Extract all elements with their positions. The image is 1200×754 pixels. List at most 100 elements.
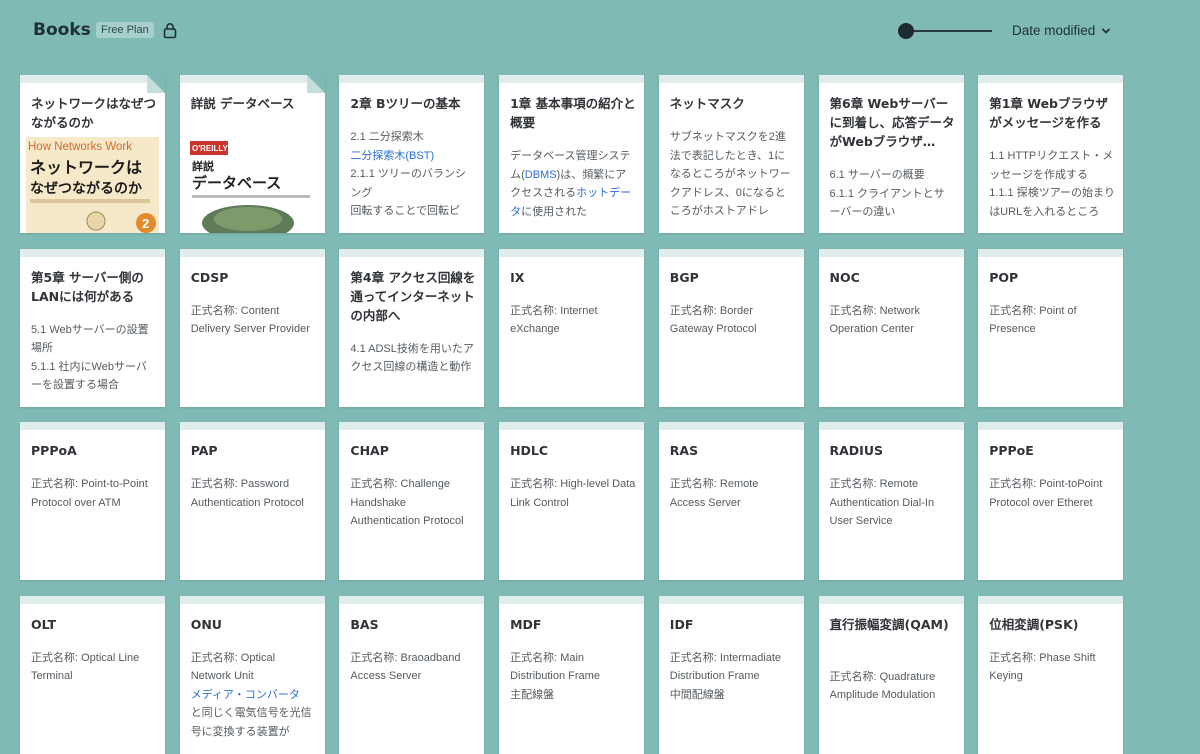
lock-icon[interactable]: [162, 22, 178, 39]
cover-text: How Networks Work: [28, 141, 132, 153]
book-card[interactable]: 第1章 Webブラウザがメッセージを作る 1.1 HTTPリクエスト・メッセージを…: [978, 75, 1124, 233]
book-card[interactable]: ネットワークはなぜつながるのか How Networks Work ネットワークはな…: [20, 75, 165, 233]
book-card[interactable]: ネットマスクサブネットマスクを2進法で表記したとき、1になるところがネットワーク…: [658, 75, 804, 233]
inline-link[interactable]: 二分探索木(BST): [350, 150, 434, 162]
card-title: RAS: [669, 443, 699, 458]
book-card[interactable]: OLT 正式名称: Optical Line Terminal: [20, 595, 165, 754]
body-line: 6.1 サーバーの概要: [829, 169, 925, 181]
body-line: 正式名称: Remote Access Server: [669, 478, 759, 509]
card-body: 正式名称: Content Delivery Server Provider: [191, 302, 317, 401]
plan-badge[interactable]: Free Plan: [96, 22, 154, 38]
book-card[interactable]: POP 正式名称: Point of Presence: [978, 248, 1124, 407]
card-title: 2章 Bツリーの基本: [350, 96, 461, 111]
book-card[interactable]: IX 正式名称: Internet eXchange: [499, 248, 645, 407]
card-body: 正式名称: Braoadband Access Server: [350, 649, 476, 748]
book-card[interactable]: 2章 Bツリーの基本 2.1 二分探索木 二分探索木(BST) 2.1.1 ツリーのバ…: [339, 75, 485, 233]
card-title: PPPoE: [989, 443, 1034, 458]
book-card[interactable]: PAP 正式名称: Password Authentication Protoco…: [179, 422, 325, 580]
card-title: 直行振幅変調(QAM): [829, 616, 949, 632]
card-title: PAP: [190, 443, 218, 458]
card-body: 正式名称: Main Distribution Frame 主配線盤: [510, 649, 636, 748]
card-body: 正式名称: Challenge Handshake Authentication…: [350, 475, 476, 574]
book-card[interactable]: PPPoA 正式名称: Point-to-Point Protocol over …: [20, 422, 165, 580]
card-body: 6.1 サーバーの概要 6.1.1 クライアントとサーバーの違い: [830, 166, 956, 227]
page-title: Books: [33, 20, 91, 40]
body-line: 正式名称: Braoadband Access Server: [350, 651, 461, 683]
card-body: サブネットマスクを2進法で表記したとき、1になるところがネットワークアドレス、0…: [670, 128, 796, 227]
book-card[interactable]: BAS 正式名称: Braoadband Access Server: [339, 595, 485, 754]
book-card[interactable]: 第5章 サーバー側のLANには何がある 5.1 Webサーバーの設置場所 5.1.1…: [20, 248, 165, 407]
book-card[interactable]: 位相変調(PSK) 正式名称: Phase Shift Keying: [978, 595, 1124, 754]
card-title: PPPoA: [31, 443, 77, 458]
book-card[interactable]: MDF 正式名称: Main Distribution Frame 主配線盤: [499, 595, 645, 754]
inline-link[interactable]: DBMS: [525, 169, 557, 181]
cover-text: データベース: [192, 174, 281, 192]
cover-text: O'REILLY: [192, 144, 229, 153]
book-card[interactable]: PPPoE 正式名称: Point-toPoint Protocol over E…: [978, 422, 1124, 580]
card-title: CDSP: [190, 269, 229, 285]
card-body: 正式名称: Network Operation Center: [830, 302, 956, 401]
book-card[interactable]: HDLC 正式名称: High-level Data Link Control: [499, 422, 645, 580]
card-title: 詳説 データベース: [190, 96, 295, 111]
card-body: 正式名称: Phase Shift Keying: [989, 649, 1115, 748]
card-title: ネットマスク: [669, 96, 745, 111]
card-title: BGP: [669, 269, 699, 285]
card-title: 第5章 サーバー側のLANには何がある: [31, 269, 144, 304]
slider-handle[interactable]: [898, 23, 914, 39]
card-title: NOC: [829, 269, 860, 285]
book-card[interactable]: 直行振幅変調(QAM) 正式名称: Quadrature Amplitude Mo…: [818, 595, 964, 754]
body-text: 2.1.1 ツリーのバランシング: [350, 168, 466, 199]
card-body: 正式名称: Point-to-Point Protocol over ATM: [31, 475, 157, 574]
body-line: 正式名称: Network Operation Center: [829, 304, 920, 336]
slider-track[interactable]: [906, 30, 992, 32]
book-card[interactable]: 詳説 データベース O'REILLY 詳説 データベース: [179, 75, 325, 233]
header-bar: Books Free Plan Date modified: [0, 0, 1200, 62]
body-line: 中間配線盤: [669, 688, 725, 701]
card-body: 正式名称: Remote Access Server: [670, 475, 796, 574]
book-card[interactable]: RADIUS 正式名称: Remote Authentication Dial-I…: [818, 422, 964, 580]
book-card[interactable]: 第6章 Webサーバーに到着し、応答データがWebブラウザ… 6.1 サーバーの概…: [818, 75, 964, 233]
zoom-slider[interactable]: [898, 22, 994, 40]
book-card[interactable]: RAS 正式名称: Remote Access Server: [658, 422, 804, 580]
book-card[interactable]: CHAP 正式名称: Challenge Handshake Authentica…: [339, 422, 485, 580]
card-title: BAS: [350, 616, 379, 632]
book-card[interactable]: 1章 基本事項の紹介と概要 データベース管理システム(DBMS)は、頻繁にアクセス…: [499, 75, 645, 233]
sort-dropdown[interactable]: Date modified: [1012, 23, 1111, 38]
card-body: 1.1 HTTPリクエスト・メッセージを作成する 1.1.1 探検ツアーの始まりは…: [989, 147, 1115, 227]
body-line: 正式名称: Remote Authentication Dial-In User…: [829, 478, 935, 527]
book-card[interactable]: 第4章 アクセス回線を通ってインターネットの内部へ 4.1 ADSL技術を用いたア…: [339, 248, 485, 407]
card-title: 第1章 Webブラウザがメッセージを作る: [989, 96, 1109, 130]
chevron-down-icon: [1102, 27, 1111, 34]
body-text: と同じく電気信号を光信号に変換する装置が: [190, 707, 312, 738]
body-line: 正式名称: Point of Presence: [989, 304, 1077, 336]
card-body: 正式名称: High-level Data Link Control: [510, 475, 636, 574]
card-body: 正式名称: Quadrature Amplitude Modulation: [830, 668, 956, 748]
body-line: 正式名称: Quadrature Amplitude Modulation: [829, 670, 936, 702]
body-line: 1.1.1 探検ツアーの始まりはURLを入れるところ: [989, 187, 1116, 218]
inline-link[interactable]: メディア・コンバータ: [191, 689, 300, 701]
body-line: 正式名称: Main Distribution Frame: [510, 651, 600, 683]
card-title: 第6章 Webサーバーに到着し、応答データがWebブラウザ…: [829, 96, 955, 149]
cover-text: なぜつながるのか: [30, 180, 142, 197]
body-line: サブネットマスクを2進法で表記したとき、1になるところがネットワークアドレス、0…: [669, 131, 791, 217]
book-card[interactable]: CDSP 正式名称: Content Delivery Server Provid…: [179, 248, 325, 407]
body-line: 正式名称: Phase Shift Keying: [989, 651, 1096, 683]
book-card[interactable]: ONU 正式名称: Optical Network Unit メディア・コンバータと…: [179, 595, 325, 754]
body-line: 正式名称: Challenge Handshake Authentication…: [350, 478, 464, 527]
card-title: ONU: [190, 616, 222, 632]
book-card[interactable]: IDF 正式名称: Intermadiate Distribution Frame…: [658, 595, 804, 754]
book-card[interactable]: BGP 正式名称: Border Gateway Protocol: [658, 248, 804, 407]
card-body: 正式名称: Optical Line Terminal: [31, 649, 157, 748]
book-cover-image: How Networks Work ネットワークは なぜつながるのか 2: [26, 137, 159, 233]
body-line: 6.1.1 クライアントとサーバーの違い: [829, 187, 945, 219]
cover-text: ネットワークは: [30, 158, 142, 177]
card-body: 正式名称: Password Authentication Protocol: [191, 475, 317, 574]
card-title: MDF: [510, 616, 542, 632]
card-body: 4.1 ADSL技術を用いたアクセス回線の構造と動作: [350, 340, 476, 401]
body-line: 正式名称: High-level Data Link Control: [510, 478, 636, 509]
card-body: 正式名称: Remote Authentication Dial-In User…: [830, 475, 956, 574]
card-title: POP: [989, 269, 1019, 285]
book-card[interactable]: NOC 正式名称: Network Operation Center: [818, 248, 964, 407]
body-line: 正式名称: Intermadiate Distribution Frame: [669, 651, 782, 683]
card-title: RADIUS: [829, 443, 883, 458]
